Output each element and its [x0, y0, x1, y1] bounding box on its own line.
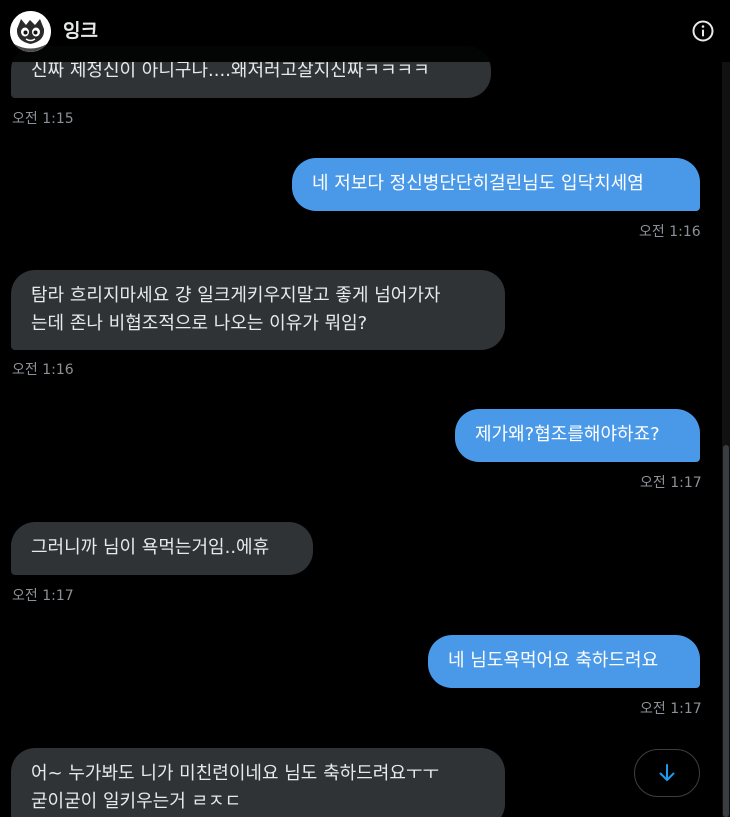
message-bubble-outgoing[interactable]: 제가왜?협조를해야하죠? [455, 409, 700, 462]
avatar[interactable] [10, 11, 51, 52]
message-timestamp: 오전 1:17 [640, 475, 702, 491]
message-text: 네 님도욕먹어요 축하드려요 [448, 650, 659, 671]
scroll-to-bottom-button[interactable] [634, 749, 700, 797]
scrollbar-thumb[interactable] [723, 445, 729, 817]
message-timestamp: 오전 1:17 [12, 588, 74, 604]
info-circle-icon[interactable] [691, 19, 715, 43]
message-bubble-incoming[interactable]: 어~ 누가봐도 니가 미친련이네요 님도 축하드려요ㅜㅜ 굳이굳이 일키우는거 … [11, 748, 505, 817]
message-timestamp: 오전 1:17 [640, 701, 702, 717]
message-timestamp: 오전 1:16 [12, 362, 74, 378]
message-text-line: 굳이굳이 일키우는거 ㄹㅈㄷ [31, 791, 242, 812]
message-text: 신짜 제정신이 아니구나....왜저러고살지신짜ㅋㅋㅋㅋ [31, 60, 430, 81]
conversation-header: 잉크 [0, 0, 730, 62]
message-bubble-incoming[interactable]: 탐라 흐리지마세요 걍 일크게키우지말고 좋게 넘어가자 는데 존나 비협조적으… [11, 270, 505, 350]
avatar-image [10, 11, 51, 52]
message-list[interactable]: 신짜 제정신이 아니구나....왜저러고살지신짜ㅋㅋㅋㅋ 오전 1:15 네 저… [0, 0, 722, 817]
message-timestamp: 오전 1:15 [12, 111, 74, 127]
arrow-down-icon [659, 764, 675, 781]
message-text-line: 어~ 누가봐도 니가 미친련이네요 님도 축하드려요ㅜㅜ [31, 763, 440, 784]
message-bubble-outgoing[interactable]: 네 저보다 정신병단단히걸린님도 입닥치세염 [292, 158, 700, 211]
message-text-line: 는데 존나 비협조적으로 나오는 이유가 뭐임? [31, 313, 368, 334]
message-timestamp: 오전 1:16 [639, 224, 701, 240]
message-text-line: 탐라 흐리지마세요 걍 일크게키우지말고 좋게 넘어가자 [31, 285, 441, 306]
message-text: 그러니까 님이 욕먹는거임..에휴 [31, 537, 270, 558]
conversation-title[interactable]: 잉크 [63, 16, 98, 43]
message-text: 네 저보다 정신병단단히걸린님도 입닥치세염 [312, 173, 644, 194]
message-text: 제가왜?협조를해야하죠? [475, 424, 660, 445]
message-bubble-outgoing[interactable]: 네 님도욕먹어요 축하드려요 [428, 635, 700, 688]
message-bubble-incoming[interactable]: 그러니까 님이 욕먹는거임..에휴 [11, 522, 313, 575]
